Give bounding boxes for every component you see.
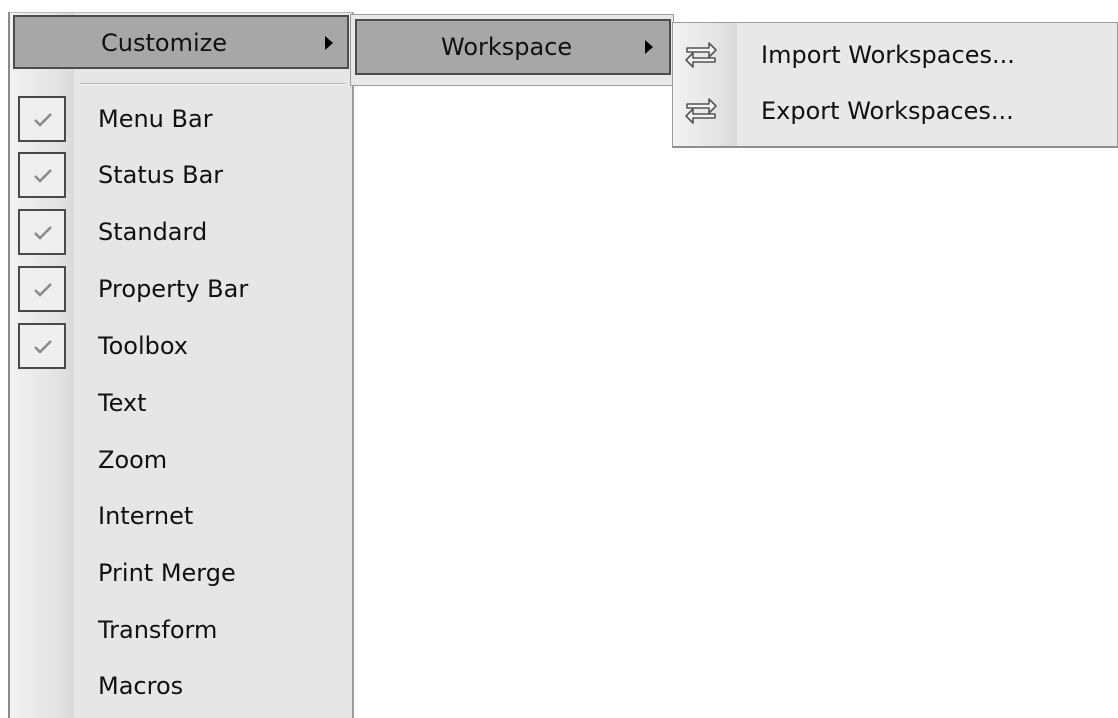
checkmark-icon	[18, 209, 66, 255]
menu-item-standard[interactable]: Standard	[10, 204, 352, 260]
menu-item-customize[interactable]: Customize	[13, 15, 349, 69]
menu-item-label: Zoom	[98, 446, 168, 474]
menu-item-label: Internet	[98, 502, 194, 530]
menu-item-property-bar[interactable]: Property Bar	[10, 261, 352, 317]
screen: Customize Menu Bar Status Bar Standard P…	[0, 0, 1118, 718]
menu-item-print-merge[interactable]: Print Merge	[10, 545, 352, 601]
menu-item-text[interactable]: Text	[10, 375, 352, 431]
menu-item-label: Status Bar	[98, 161, 224, 189]
checkmark-icon	[18, 323, 66, 369]
submenu-arrow-icon	[645, 40, 653, 54]
menu-item-export-workspaces[interactable]: Export Workspaces...	[673, 83, 1117, 139]
menu-item-label: Menu Bar	[98, 105, 213, 133]
menu-item-label: Export Workspaces...	[761, 97, 1014, 125]
view-toolbars-menu: Customize Menu Bar Status Bar Standard P…	[8, 12, 354, 718]
checkmark-icon	[18, 266, 66, 312]
submenu-arrow-icon	[325, 36, 333, 50]
menu-item-label: Macros	[98, 672, 184, 700]
menu-item-label: Transform	[98, 616, 218, 644]
menu-item-label: Standard	[98, 218, 208, 246]
menu-item-label: Property Bar	[98, 275, 249, 303]
menu-item-macros[interactable]: Macros	[10, 658, 352, 714]
swap-arrows-icon	[683, 93, 719, 129]
menu-item-toolbox[interactable]: Toolbox	[10, 318, 352, 374]
menu-item-label: Toolbox	[98, 332, 188, 360]
menu-item-zoom[interactable]: Zoom	[10, 432, 352, 488]
menu-item-menu-bar[interactable]: Menu Bar	[10, 91, 352, 147]
swap-arrows-icon	[683, 37, 719, 73]
menu-separator	[80, 83, 346, 85]
menu-item-label: Text	[98, 389, 147, 417]
menu-item-internet[interactable]: Internet	[10, 488, 352, 544]
menu-item-transform[interactable]: Transform	[10, 602, 352, 658]
customize-submenu: Workspace	[350, 14, 674, 86]
menu-item-import-workspaces[interactable]: Import Workspaces...	[673, 27, 1117, 83]
menu-item-status-bar[interactable]: Status Bar	[10, 147, 352, 203]
workspace-submenu: Import Workspaces... Export Workspaces..…	[672, 22, 1118, 148]
checkmark-icon	[18, 152, 66, 198]
menu-item-label: Print Merge	[98, 559, 236, 587]
menu-item-workspace[interactable]: Workspace	[355, 19, 671, 75]
checkmark-icon	[18, 96, 66, 142]
menu-item-label: Customize	[101, 29, 227, 57]
menu-item-label: Import Workspaces...	[761, 41, 1015, 69]
menu-item-label: Workspace	[441, 33, 573, 61]
